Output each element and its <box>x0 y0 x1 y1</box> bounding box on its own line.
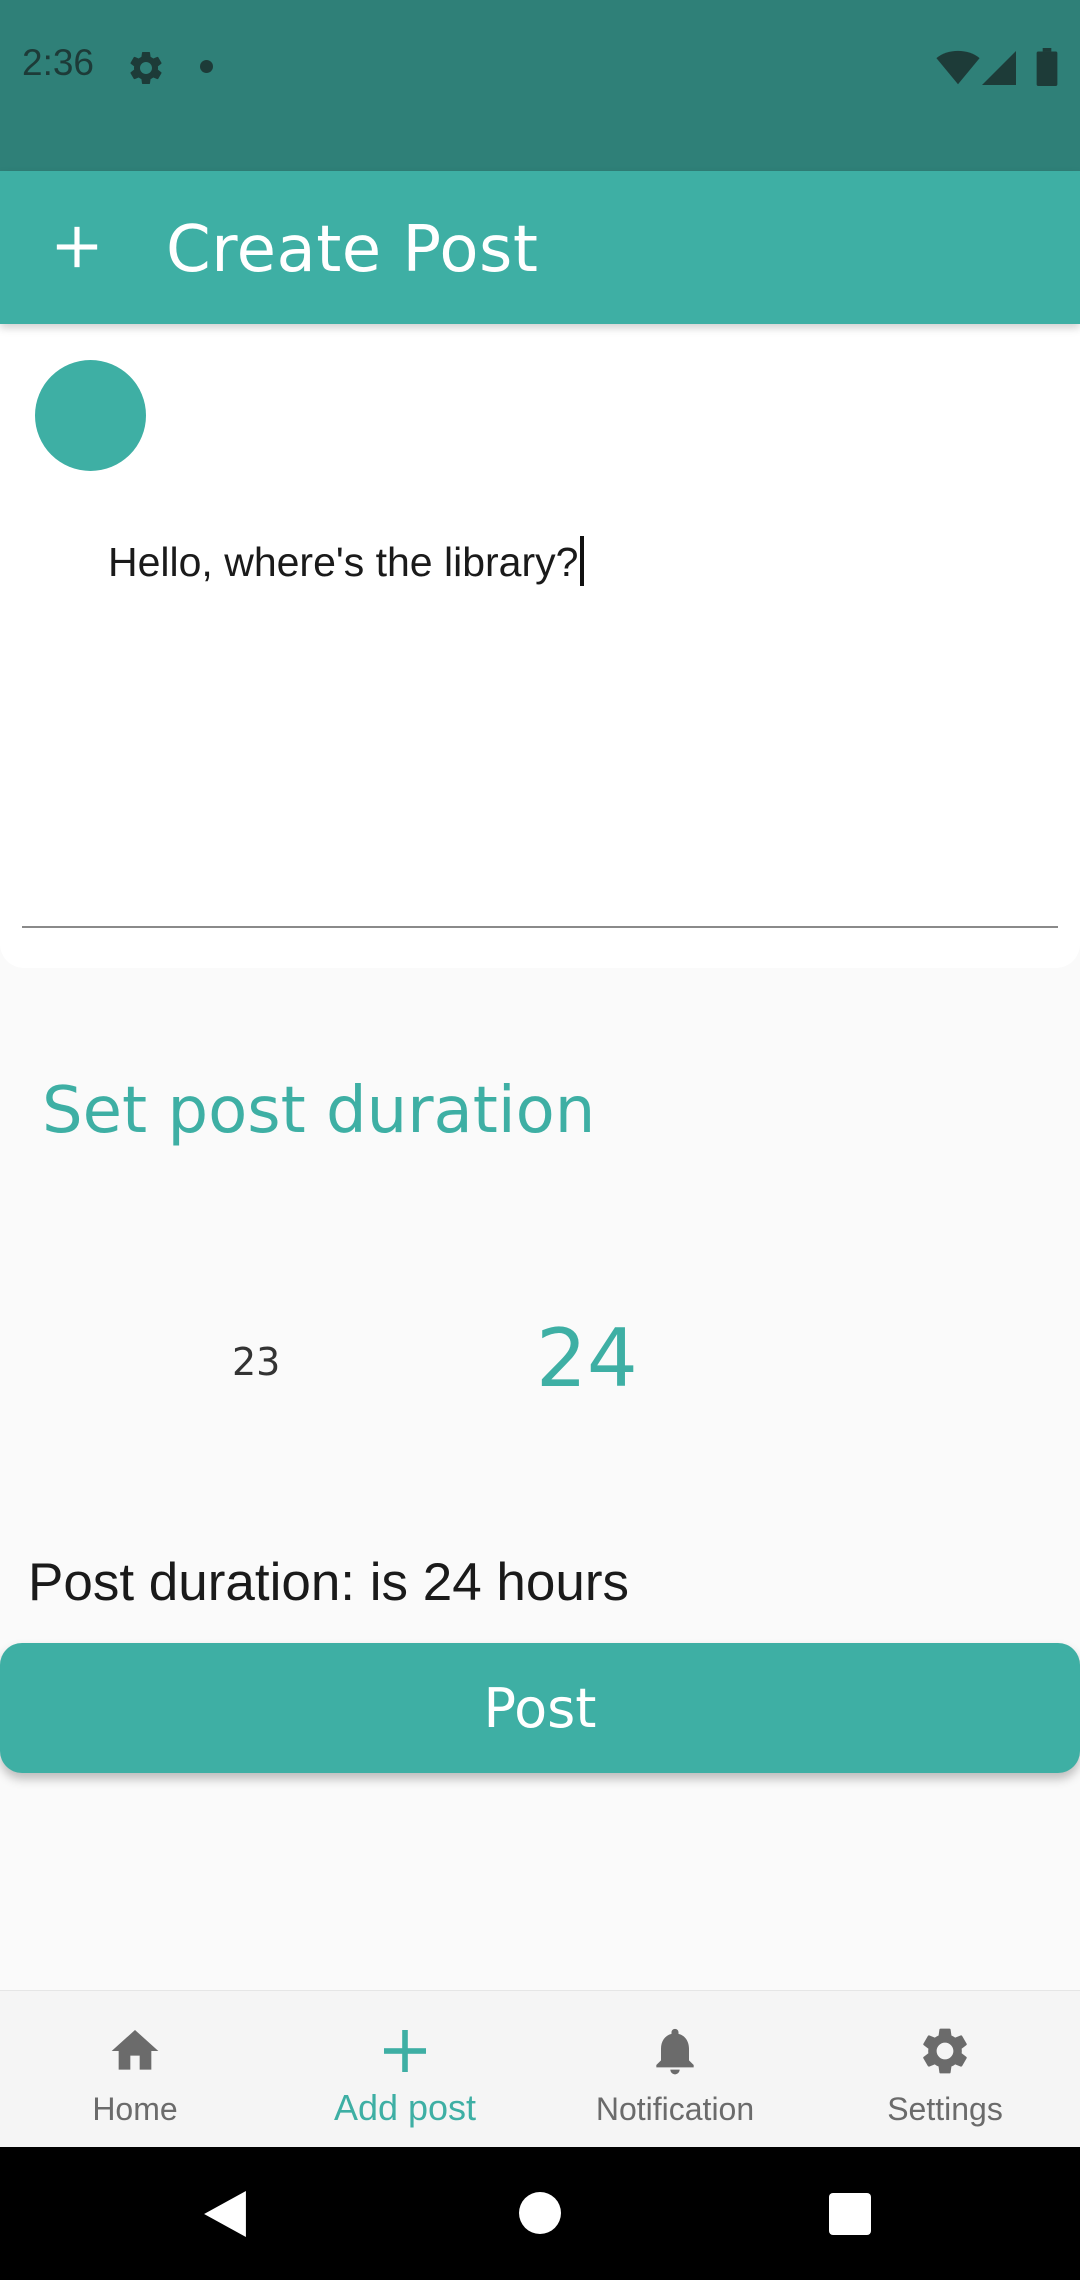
nav-item-settings[interactable]: Settings <box>810 1991 1080 2148</box>
screen: 2:36 Create Post Hello, where's the libr… <box>0 0 1080 2280</box>
post-text-input[interactable]: Hello, where's the library? <box>108 536 585 586</box>
notification-dot <box>200 60 213 73</box>
settings-icon <box>130 51 162 84</box>
duration-picker-selected[interactable]: 24 <box>536 1312 638 1405</box>
page-title: Create Post <box>166 213 539 287</box>
post-button[interactable]: Post <box>0 1643 1080 1773</box>
home-icon <box>111 2030 159 2070</box>
back-icon[interactable] <box>204 2191 246 2237</box>
app-bar: Create Post <box>0 171 1080 324</box>
system-nav-bar <box>0 2147 1080 2280</box>
plus-icon[interactable] <box>55 225 99 269</box>
home-button-icon[interactable] <box>519 2192 561 2234</box>
wifi-icon <box>936 50 980 85</box>
compose-card: Hello, where's the library? <box>0 324 1080 968</box>
nav-item-add-post[interactable]: Add post <box>270 1991 540 2148</box>
nav-item-notification[interactable]: Notification <box>540 1991 810 2148</box>
duration-title: Set post duration <box>42 1074 596 1148</box>
nav-label-home: Home <box>92 2091 178 2127</box>
input-underline <box>22 926 1058 928</box>
text-caret <box>580 536 585 586</box>
recents-icon[interactable] <box>829 2193 871 2235</box>
plus-icon <box>384 2030 426 2072</box>
status-time: 2:36 <box>22 42 95 83</box>
bottom-nav: Home Add post Notification Settings <box>0 1990 1080 2148</box>
nav-label-add-post: Add post <box>333 2087 477 2128</box>
nav-item-home[interactable]: Home <box>0 1991 270 2148</box>
signal-icon <box>982 51 1016 85</box>
battery-icon <box>1036 48 1058 86</box>
nav-label-settings: Settings <box>887 2091 1003 2127</box>
bell-icon <box>656 2028 694 2075</box>
post-button-label: Post <box>483 1676 597 1740</box>
gear-icon <box>923 2028 967 2074</box>
post-text-value: Hello, where's the library? <box>108 539 579 585</box>
avatar <box>35 360 146 471</box>
duration-summary: Post duration: is 24 hours <box>28 1553 630 1612</box>
status-bar: 2:36 <box>0 0 1080 171</box>
nav-label-notification: Notification <box>595 2091 755 2127</box>
duration-picker-previous[interactable]: 23 <box>232 1340 280 1384</box>
